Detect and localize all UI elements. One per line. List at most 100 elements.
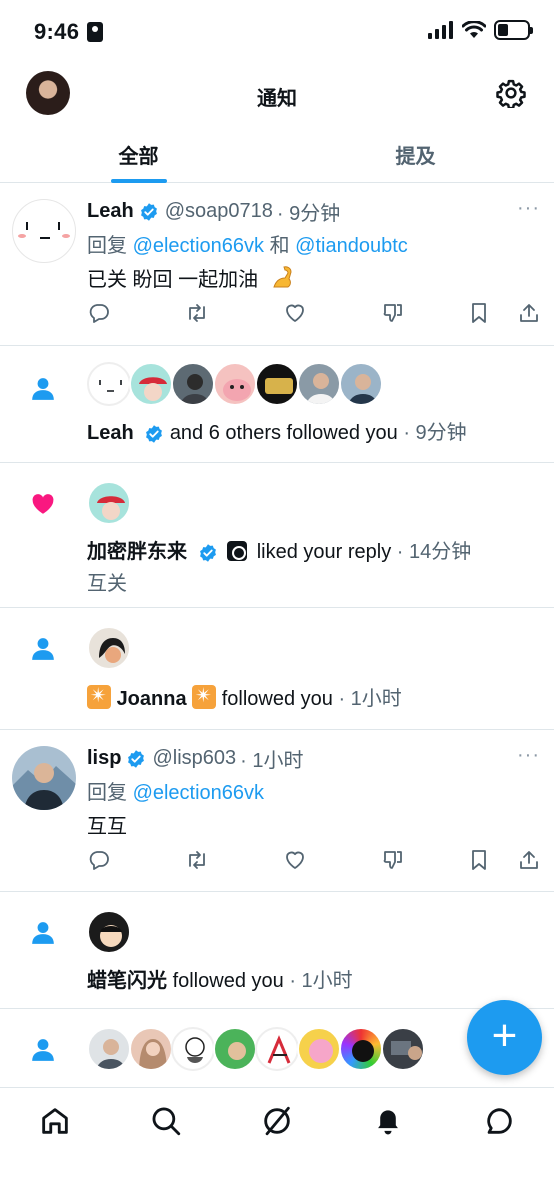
avatar[interactable] bbox=[87, 626, 131, 670]
avatar[interactable] bbox=[12, 199, 76, 263]
avatar[interactable] bbox=[171, 362, 215, 406]
avatar[interactable] bbox=[87, 910, 131, 954]
follower-name[interactable]: Leah bbox=[87, 422, 134, 444]
follow-notification[interactable]: Joanna followed you · 1小时 bbox=[0, 608, 554, 730]
search-icon[interactable] bbox=[149, 1104, 183, 1138]
more-icon[interactable]: ··· bbox=[517, 744, 540, 767]
reply-notification[interactable]: lisp @lisp603 · 1小时 ··· 回复 @election66vk… bbox=[0, 730, 554, 892]
reply-context: 回复 @election66vk bbox=[87, 776, 264, 805]
sparkle-icon bbox=[192, 683, 217, 709]
notification-action: and 6 others followed you bbox=[169, 422, 398, 444]
affiliate-badge-icon bbox=[227, 541, 248, 561]
mention-link[interactable]: @election66vk bbox=[133, 782, 264, 804]
dislike-icon[interactable] bbox=[381, 848, 405, 872]
follow-notification[interactable]: 蜡笔闪光 followed you · 1小时 bbox=[0, 892, 554, 1009]
reply-notification[interactable]: Leah @soap0718 · 9分钟 ··· 回复 @election66v… bbox=[0, 183, 554, 346]
person-icon bbox=[32, 638, 54, 660]
compose-button[interactable]: + bbox=[467, 1000, 542, 1075]
bookmark-icon[interactable] bbox=[467, 848, 491, 872]
reply-context: 回复 @election66vk 和 @tiandoubtc bbox=[87, 229, 408, 258]
avatar[interactable] bbox=[255, 1027, 299, 1071]
liker-name[interactable]: 加密胖东来 bbox=[87, 541, 187, 563]
more-icon[interactable]: ··· bbox=[517, 197, 540, 220]
tab-all-label: 全部 bbox=[118, 146, 159, 168]
author-name[interactable]: lisp bbox=[87, 747, 121, 770]
avatar[interactable] bbox=[255, 362, 299, 406]
tab-mentions-label: 提及 bbox=[395, 146, 436, 168]
person-icon bbox=[32, 1039, 54, 1061]
tweet-text: 已关 盼回 一起加油 bbox=[87, 263, 296, 292]
avatar[interactable] bbox=[213, 1027, 257, 1071]
follower-name[interactable]: Joanna bbox=[117, 688, 187, 710]
notifications-bell-icon[interactable] bbox=[371, 1104, 405, 1138]
avatar[interactable] bbox=[87, 1027, 131, 1071]
avatar[interactable] bbox=[129, 362, 173, 406]
avatar[interactable] bbox=[297, 1027, 341, 1071]
gear-icon[interactable] bbox=[496, 78, 526, 108]
avatar[interactable] bbox=[339, 362, 383, 406]
notification-text: Leah and 6 others followed you · 9分钟 bbox=[87, 416, 467, 445]
like-notification[interactable]: 加密胖东来 liked your reply · 14分钟 互关 bbox=[0, 463, 554, 608]
notification-text: Joanna followed you · 1小时 bbox=[87, 682, 402, 711]
avatar[interactable] bbox=[12, 746, 76, 810]
author-name[interactable]: Leah bbox=[87, 200, 134, 223]
avatar[interactable] bbox=[213, 362, 257, 406]
retweet-icon[interactable] bbox=[185, 848, 209, 872]
avatar[interactable] bbox=[171, 1027, 215, 1071]
share-icon[interactable] bbox=[517, 848, 541, 872]
share-icon[interactable] bbox=[517, 301, 541, 325]
face-avatar-icon bbox=[18, 222, 70, 239]
tweet-text-content: 已关 盼回 一起加油 bbox=[87, 269, 259, 291]
verified-badge-icon bbox=[140, 202, 157, 221]
notification-text: 蜡笔闪光 followed you · 1小时 bbox=[87, 964, 353, 993]
tweet-text: 互互 bbox=[87, 816, 127, 838]
bookmark-icon[interactable] bbox=[467, 301, 491, 325]
notification-time: · 1小时 bbox=[338, 688, 402, 710]
notification-feed: Leah @soap0718 · 9分钟 ··· 回复 @election66v… bbox=[0, 183, 554, 1087]
follower-avatars bbox=[87, 362, 383, 406]
tweet-header: lisp @lisp603 · 1小时 bbox=[87, 744, 303, 773]
grok-icon[interactable] bbox=[260, 1104, 294, 1138]
verified-badge-icon bbox=[128, 749, 145, 768]
avatar[interactable] bbox=[339, 1027, 383, 1071]
notification-action: followed you bbox=[172, 970, 284, 992]
liker-avatars bbox=[87, 481, 131, 525]
avatar[interactable] bbox=[381, 1027, 425, 1071]
wifi-icon bbox=[462, 21, 486, 38]
tweet-actions bbox=[87, 301, 542, 329]
tweet-time: · 1小时 bbox=[240, 750, 304, 772]
tab-mentions[interactable]: 提及 bbox=[277, 124, 554, 182]
dislike-icon[interactable] bbox=[381, 301, 405, 325]
reply-icon[interactable] bbox=[87, 301, 111, 325]
follower-name[interactable]: 蜡笔闪光 bbox=[87, 970, 167, 992]
signal-icon bbox=[428, 21, 453, 39]
avatar[interactable] bbox=[87, 362, 131, 406]
home-icon[interactable] bbox=[38, 1104, 72, 1138]
retweet-icon[interactable] bbox=[185, 301, 209, 325]
status-bar: 9:46 bbox=[0, 0, 554, 64]
follow-notification[interactable]: Leah and 6 others followed you · 9分钟 bbox=[0, 346, 554, 463]
avatar[interactable] bbox=[297, 362, 341, 406]
person-icon bbox=[32, 378, 54, 400]
reply-prefix: 回复 bbox=[87, 782, 127, 804]
tweet-time: · 9分钟 bbox=[276, 203, 341, 225]
notification-time: · 9分钟 bbox=[403, 422, 467, 444]
avatar[interactable] bbox=[87, 481, 131, 525]
mention-link[interactable]: @tiandoubtc bbox=[295, 235, 408, 257]
follower-avatars bbox=[87, 626, 131, 670]
tweet-header: Leah @soap0718 · 9分钟 bbox=[87, 197, 340, 226]
author-handle: @soap0718 bbox=[164, 200, 273, 222]
messages-icon[interactable] bbox=[482, 1104, 516, 1138]
like-icon[interactable] bbox=[283, 848, 307, 872]
id-card-icon bbox=[87, 22, 103, 42]
tab-all[interactable]: 全部 bbox=[0, 124, 277, 183]
like-icon[interactable] bbox=[283, 301, 307, 325]
avatar[interactable] bbox=[129, 1027, 173, 1071]
status-indicators bbox=[428, 20, 533, 40]
mention-link[interactable]: @election66vk bbox=[133, 235, 264, 257]
page-title: 通知 bbox=[257, 88, 297, 110]
notification-text: 加密胖东来 liked your reply · 14分钟 bbox=[87, 535, 471, 564]
reply-icon[interactable] bbox=[87, 848, 111, 872]
battery-icon bbox=[494, 20, 533, 40]
notification-time: · 1小时 bbox=[289, 970, 353, 992]
